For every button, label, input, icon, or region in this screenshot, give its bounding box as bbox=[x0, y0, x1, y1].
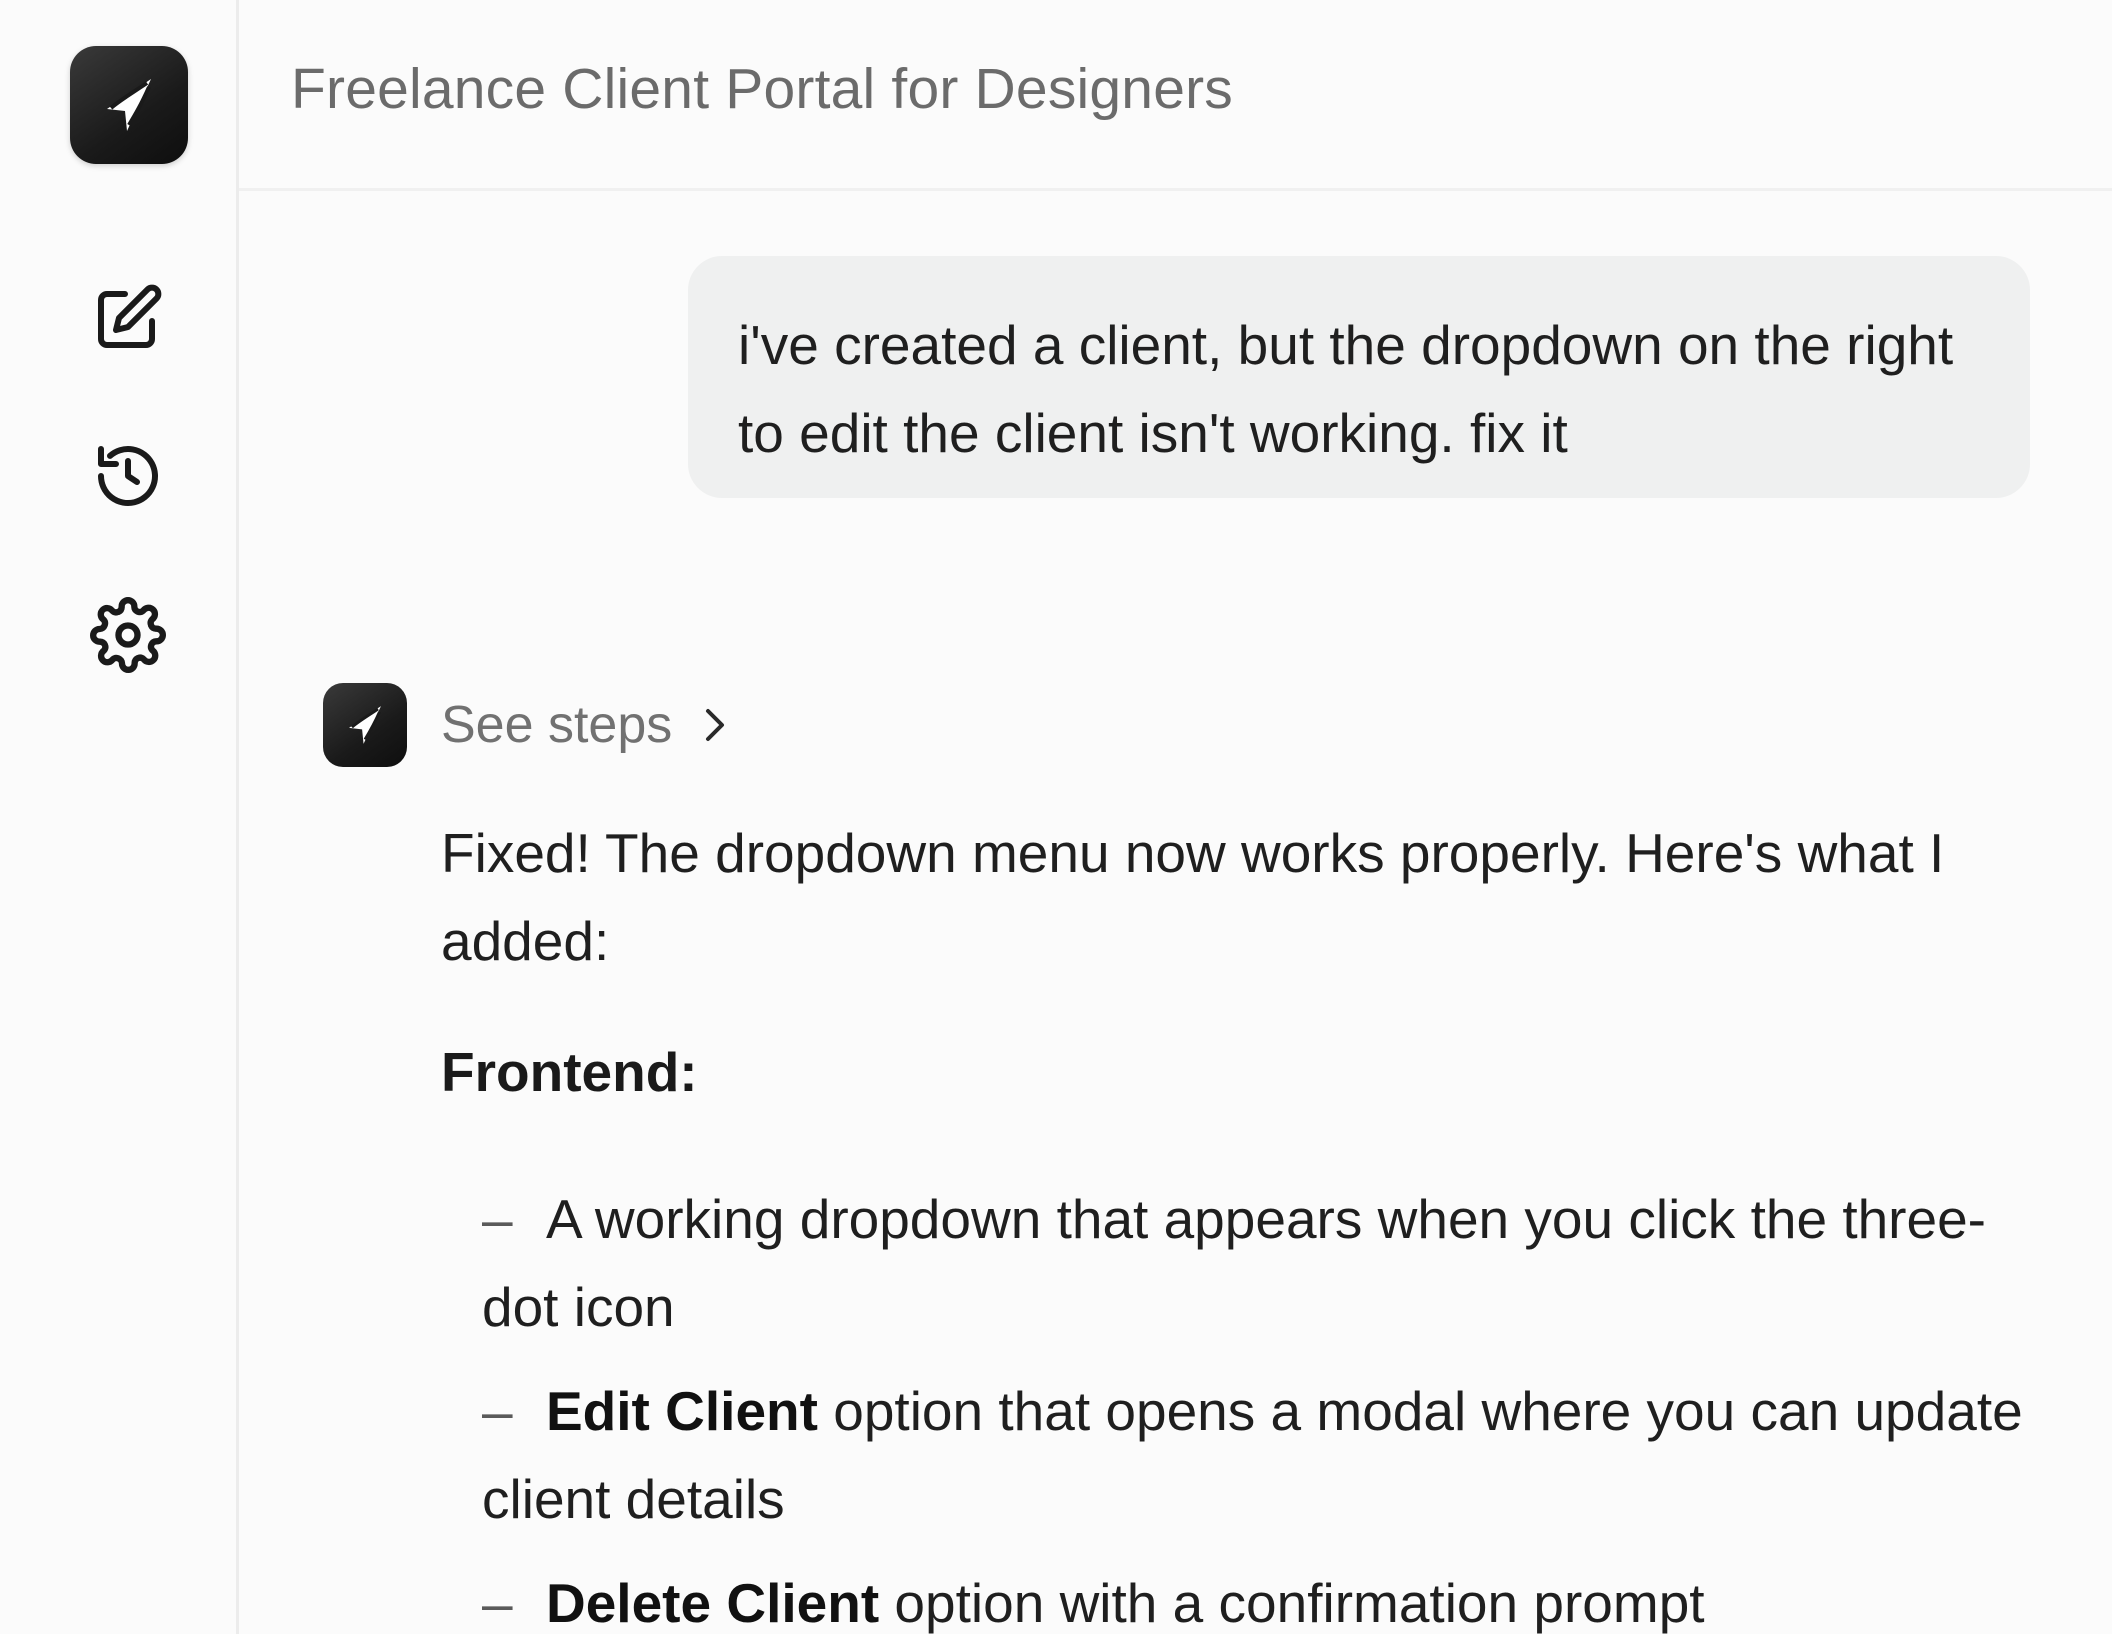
dash-bullet: – bbox=[482, 1572, 513, 1634]
dash-bullet: – bbox=[482, 1188, 513, 1250]
new-chat-button[interactable] bbox=[80, 272, 176, 368]
settings-icon bbox=[90, 596, 166, 678]
list-item: – Delete Client option with a confirmatio… bbox=[482, 1559, 2042, 1634]
brand-logo-small-icon bbox=[349, 706, 381, 744]
assistant-intro-text: Fixed! The dropdown menu now works prope… bbox=[441, 822, 1945, 972]
dash-bullet: – bbox=[482, 1380, 513, 1442]
new-chat-icon bbox=[92, 282, 164, 359]
settings-button[interactable] bbox=[80, 589, 176, 685]
change-list: – A working dropdown that appears when yo… bbox=[482, 1175, 2042, 1634]
assistant-avatar bbox=[323, 683, 407, 767]
page-title: Freelance Client Portal for Designers bbox=[291, 57, 1233, 121]
list-item-text: option with a confirmation prompt bbox=[879, 1572, 1705, 1634]
list-item: – A working dropdown that appears when yo… bbox=[482, 1175, 2042, 1351]
list-item-bold: Edit Client bbox=[546, 1380, 818, 1442]
see-steps-toggle[interactable]: See steps bbox=[441, 692, 730, 758]
assistant-intro: Fixed! The dropdown menu now works prope… bbox=[441, 809, 2041, 985]
user-message-bubble: i've created a client, but the dropdown … bbox=[688, 256, 2030, 498]
sidebar bbox=[0, 0, 239, 1634]
app-root: Freelance Client Portal for Designers i'… bbox=[0, 0, 2112, 1634]
header: Freelance Client Portal for Designers bbox=[239, 0, 2112, 191]
see-steps-label: See steps bbox=[441, 696, 673, 754]
brand-logo-icon[interactable] bbox=[70, 46, 188, 164]
history-button[interactable] bbox=[80, 430, 176, 526]
section-heading: Frontend: bbox=[441, 1041, 698, 1103]
list-item-bold: Delete Client bbox=[546, 1572, 880, 1634]
history-icon bbox=[92, 440, 164, 517]
list-item-text: A working dropdown that appears when you… bbox=[482, 1188, 1986, 1338]
chevron-right-icon bbox=[700, 703, 730, 747]
user-message-text: i've created a client, but the dropdown … bbox=[738, 314, 1954, 464]
list-item: – Edit Client option that opens a modal w… bbox=[482, 1367, 2042, 1543]
